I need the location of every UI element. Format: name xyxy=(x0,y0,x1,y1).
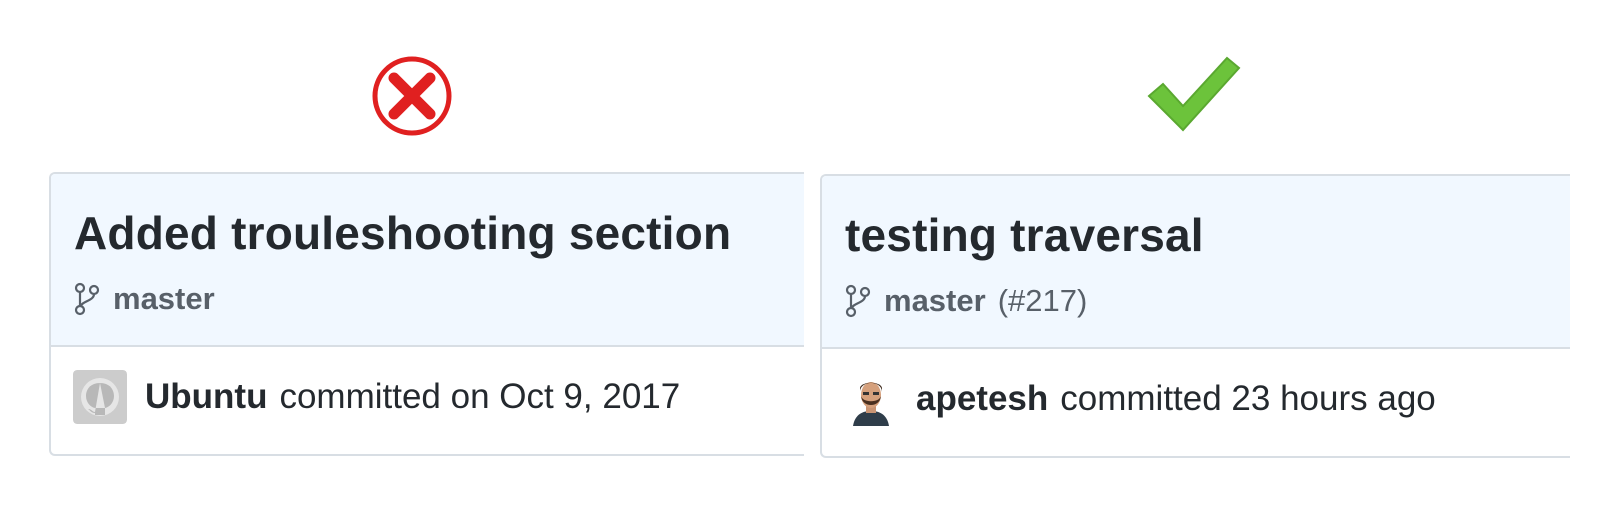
branch-row: master xyxy=(73,279,215,319)
avatar[interactable] xyxy=(73,370,127,424)
commit-time: committed on Oct 9, 2017 xyxy=(279,377,681,416)
pull-request-link[interactable]: (#217) xyxy=(998,283,1088,319)
cross-icon xyxy=(370,54,454,138)
checkmark-icon xyxy=(1147,54,1241,134)
avatar[interactable] xyxy=(844,372,898,426)
commit-meta: apetesh committed 23 hours ago xyxy=(844,371,1436,427)
commit-title[interactable]: testing traversal xyxy=(845,208,1204,262)
commit-author[interactable]: apetesh xyxy=(916,379,1048,419)
commit-title[interactable]: Added trouleshooting section xyxy=(74,206,731,260)
branch-row: master (#217) xyxy=(844,281,1087,321)
commit-card-2: testing traversal master (#217) apetesh … xyxy=(820,174,1570,458)
git-branch-icon xyxy=(844,283,872,319)
commit-meta: Ubuntu committed on Oct 9, 2017 xyxy=(73,369,680,425)
commit-time: committed 23 hours ago xyxy=(1060,379,1436,418)
branch-name[interactable]: master xyxy=(884,283,986,319)
commit-card-1: Added trouleshooting section master Ubun… xyxy=(49,172,804,456)
commit-header-1: Added trouleshooting section master xyxy=(51,174,804,347)
git-branch-icon xyxy=(73,281,101,317)
commit-header-2: testing traversal master (#217) xyxy=(822,176,1570,349)
branch-name[interactable]: master xyxy=(113,281,215,317)
commit-author[interactable]: Ubuntu xyxy=(145,377,267,417)
